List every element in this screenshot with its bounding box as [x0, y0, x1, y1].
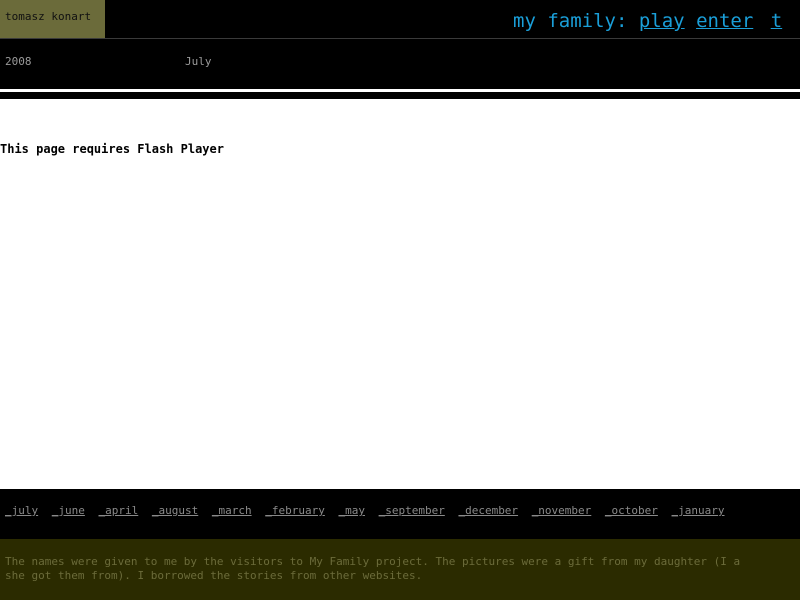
month-link-september[interactable]: _september	[379, 504, 445, 517]
month-link-november[interactable]: _november	[532, 504, 592, 517]
truncated-link[interactable]: t	[771, 10, 782, 32]
project-label: my family:	[513, 10, 628, 32]
month-nav-bar: _july _june _april _august _march _febru…	[0, 489, 800, 539]
month-link-june[interactable]: _june	[52, 504, 85, 517]
month-link-february[interactable]: _february	[265, 504, 325, 517]
footer-line-1: The names were given to me by the visito…	[5, 555, 741, 568]
flash-required-message: This page requires Flash Player	[0, 142, 224, 156]
project-nav: my family: play enter t	[513, 0, 800, 38]
footer-text: The names were given to me by the visito…	[5, 555, 800, 583]
date-bar: 2008 July	[0, 38, 800, 89]
month-link-august[interactable]: _august	[152, 504, 198, 517]
date-year: 2008	[5, 55, 32, 68]
footer: The names were given to me by the visito…	[0, 539, 800, 600]
play-link[interactable]: play	[639, 10, 685, 32]
month-link-july[interactable]: _july	[5, 504, 38, 517]
month-link-october[interactable]: _october	[605, 504, 658, 517]
top-bar: tomasz konart my family: play enter t	[0, 0, 800, 38]
footer-line-2: she got them from). I borrowed the stori…	[5, 569, 423, 582]
date-month: July	[185, 55, 212, 68]
month-link-december[interactable]: _december	[458, 504, 518, 517]
month-link-may[interactable]: _may	[338, 504, 365, 517]
page: tomasz konart my family: play enter t 20…	[0, 0, 800, 600]
divider-black	[0, 92, 800, 99]
month-link-march[interactable]: _march	[212, 504, 252, 517]
month-list: _july _june _april _august _march _febru…	[5, 504, 732, 517]
flash-content-area: This page requires Flash Player	[0, 99, 800, 489]
author-name: tomasz konart	[5, 10, 92, 23]
month-link-april[interactable]: _april	[99, 504, 139, 517]
month-link-january[interactable]: _january	[672, 504, 725, 517]
enter-link[interactable]: enter	[696, 10, 753, 32]
author-badge[interactable]: tomasz konart	[0, 0, 105, 38]
